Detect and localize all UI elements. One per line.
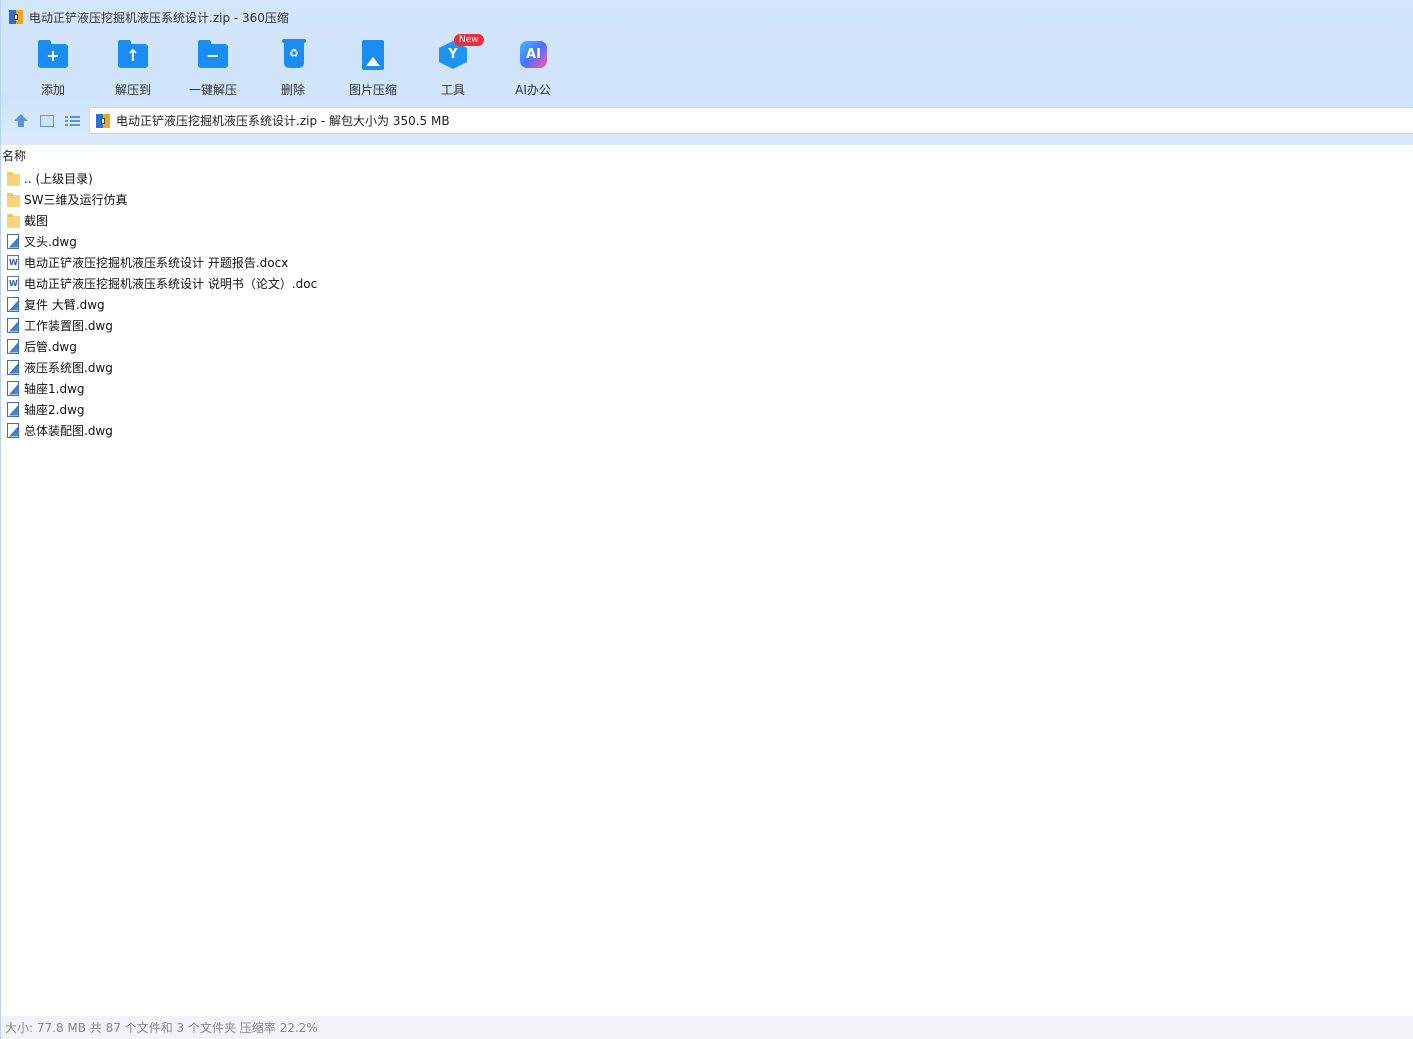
item-name: 复件 大臂.dwg: [24, 298, 105, 312]
status-bar: 大小: 77.8 MB 共 87 个文件和 3 个文件夹 压缩率 22.2%: [1, 1016, 1413, 1039]
address-bar[interactable]: 电动正铲液压挖掘机液压系统设计.zip - 解包大小为 350.5 MB: [89, 107, 1413, 134]
thumbnail-view-icon[interactable]: [39, 113, 55, 129]
image-compress-icon: [362, 40, 384, 70]
tools-label: 工具: [440, 83, 465, 97]
item-name: 液压系统图.dwg: [24, 361, 113, 375]
address-text: 电动正铲液压挖掘机液压系统设计.zip - 解包大小为 350.5 MB: [116, 114, 450, 128]
list-item[interactable]: .. (上级目录): [6, 168, 317, 189]
status-text: 大小: 77.8 MB 共 87 个文件和 3 个文件夹 压缩率 22.2%: [5, 1021, 318, 1035]
new-badge: New: [454, 34, 484, 46]
folder-icon: [6, 171, 21, 187]
item-name: 轴座1.dwg: [24, 382, 85, 396]
add-folder-icon: +: [38, 40, 68, 68]
column-header-name[interactable]: 名称: [2, 147, 26, 163]
item-name: SW三维及运行仿真: [24, 193, 128, 207]
tools-button[interactable]: Y New 工具: [413, 34, 493, 98]
list-item[interactable]: 电动正铲液压挖掘机液压系统设计 开题报告.docx: [6, 252, 317, 273]
ai-office-icon: AI: [520, 41, 547, 68]
dwg-file-icon: [6, 233, 21, 250]
add-button[interactable]: + 添加: [13, 36, 93, 98]
dwg-file-icon: [6, 338, 21, 355]
folder-icon: [6, 192, 21, 208]
dwg-file-icon: [6, 422, 21, 439]
dwg-file-icon: [6, 296, 21, 313]
up-arrow-icon[interactable]: [13, 113, 29, 129]
title-bar: 电动正铲液压挖掘机液压系统设计.zip - 360压缩: [9, 8, 289, 26]
extract-to-icon: ↑: [118, 40, 148, 68]
item-name: 工作装置图.dwg: [24, 319, 113, 333]
list-item[interactable]: 轴座1.dwg: [6, 378, 317, 399]
extract-to-label: 解压到: [114, 83, 151, 97]
item-name: 总体装配图.dwg: [24, 424, 113, 438]
add-button-label: 添加: [40, 83, 65, 97]
delete-icon: ♻: [282, 39, 306, 68]
dwg-file-icon: [6, 401, 21, 418]
folder-icon: [6, 213, 21, 229]
list-item[interactable]: SW三维及运行仿真: [6, 189, 317, 210]
item-name: 电动正铲液压挖掘机液压系统设计 说明书（论文）.doc: [24, 277, 318, 291]
dwg-file-icon: [6, 380, 21, 397]
item-name: 电动正铲液压挖掘机液压系统设计 开题报告.docx: [24, 256, 289, 270]
item-name: 后管.dwg: [24, 340, 77, 354]
list-item[interactable]: 叉头.dwg: [6, 231, 317, 252]
one-click-extract-label: 一键解压: [188, 83, 237, 97]
list-view-icon[interactable]: [65, 113, 81, 129]
delete-label: 删除: [280, 83, 305, 97]
list-item[interactable]: 轴座2.dwg: [6, 399, 317, 420]
list-item[interactable]: 总体装配图.dwg: [6, 420, 317, 441]
list-item[interactable]: 液压系统图.dwg: [6, 357, 317, 378]
image-compress-label: 图片压缩: [348, 83, 397, 97]
list-item[interactable]: 后管.dwg: [6, 336, 317, 357]
window-title: 电动正铲液压挖掘机液压系统设计.zip - 360压缩: [29, 10, 289, 25]
item-name: 轴座2.dwg: [24, 403, 85, 417]
toolbar: + 添加 ↑ 解压到 − 一键解压 ♻ 删除 图片压缩 Y New 工具 AI …: [13, 34, 573, 98]
list-item[interactable]: 复件 大臂.dwg: [6, 294, 317, 315]
item-name: .. (上级目录): [24, 172, 93, 186]
item-name: 截图: [24, 214, 49, 228]
zip-file-icon: [96, 113, 110, 128]
dwg-file-icon: [6, 317, 21, 334]
navigation-bar: 电动正铲液压挖掘机液压系统设计.zip - 解包大小为 350.5 MB: [1, 106, 1413, 136]
zip-file-icon: [9, 10, 23, 24]
list-item[interactable]: 工作装置图.dwg: [6, 315, 317, 336]
dwg-file-icon: [6, 359, 21, 376]
app-window: 电动正铲液压挖掘机液压系统设计.zip - 360压缩 + 添加 ↑ 解压到 −…: [0, 0, 1413, 1039]
list-item[interactable]: 截图: [6, 210, 317, 231]
extract-to-button[interactable]: ↑ 解压到: [93, 36, 173, 98]
ai-office-button[interactable]: AI AI办公: [493, 36, 573, 98]
word-file-icon: [6, 254, 21, 271]
delete-button[interactable]: ♻ 删除: [253, 36, 333, 98]
file-list: .. (上级目录) SW三维及运行仿真 截图 叉头.dwg 电动正铲液压挖掘机液…: [6, 168, 317, 441]
list-item[interactable]: 电动正铲液压挖掘机液压系统设计 说明书（论文）.doc: [6, 273, 317, 294]
header-band: 电动正铲液压挖掘机液压系统设计.zip - 360压缩 + 添加 ↑ 解压到 −…: [1, 0, 1413, 145]
one-click-extract-icon: −: [198, 40, 228, 68]
item-name: 叉头.dwg: [24, 235, 77, 249]
word-file-icon: [6, 275, 21, 292]
image-compress-button[interactable]: 图片压缩: [333, 36, 413, 98]
ai-office-label: AI办公: [515, 83, 551, 97]
one-click-extract-button[interactable]: − 一键解压: [173, 36, 253, 98]
